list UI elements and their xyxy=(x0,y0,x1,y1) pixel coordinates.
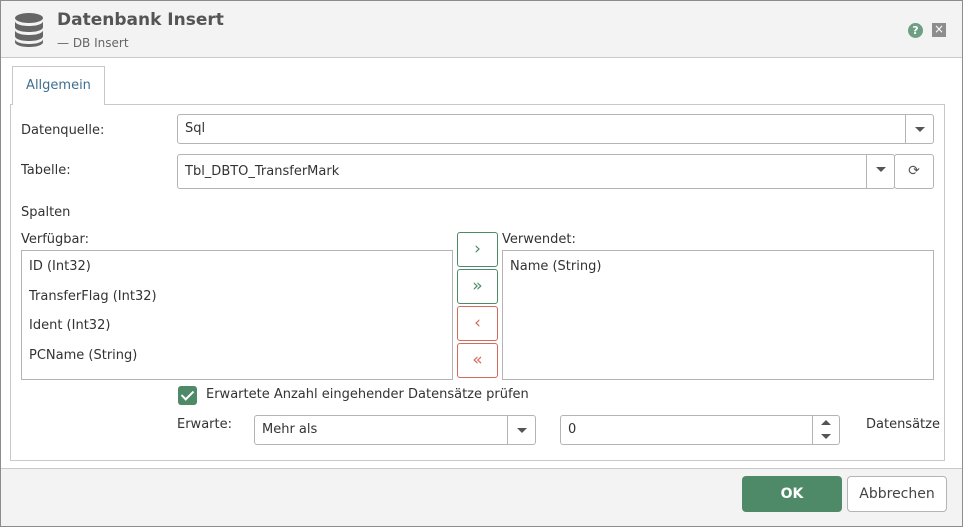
used-label: Verwendet: xyxy=(502,232,576,247)
add-all-columns-button[interactable]: » xyxy=(457,269,498,304)
list-item[interactable]: Name (String) xyxy=(510,259,601,274)
chevron-down-icon[interactable] xyxy=(905,115,933,143)
list-item[interactable]: ID (Int32) xyxy=(29,259,91,274)
dialog-title: Datenbank Insert xyxy=(57,10,224,30)
close-icon[interactable]: × xyxy=(932,23,946,37)
datasource-label: Datenquelle: xyxy=(21,123,105,138)
expect-select[interactable]: Mehr als xyxy=(254,415,536,445)
ok-button[interactable]: OK xyxy=(742,476,842,512)
count-stepper[interactable]: 0 xyxy=(560,415,840,445)
remove-all-columns-button[interactable]: « xyxy=(457,343,498,378)
expect-label: Erwarte: xyxy=(177,417,232,432)
columns-heading: Spalten xyxy=(21,205,71,220)
cancel-button[interactable]: Abbrechen xyxy=(847,476,947,512)
stepper-buttons xyxy=(812,416,839,444)
dialog-subtitle: — DB Insert xyxy=(57,36,129,50)
table-value: Tbl_DBTO_TransferMark xyxy=(185,164,340,179)
remove-column-button[interactable]: ‹ xyxy=(457,306,498,341)
datasource-value: Sql xyxy=(185,121,206,136)
add-column-button[interactable]: › xyxy=(457,232,498,267)
used-columns-list[interactable]: Name (String) xyxy=(502,250,934,380)
check-count-label: Erwartete Anzahl eingehender Datensätze … xyxy=(206,387,529,402)
table-select[interactable]: Tbl_DBTO_TransferMark xyxy=(177,154,895,189)
tab-allgemein[interactable]: Allgemein xyxy=(12,66,105,105)
title-bar: Datenbank Insert — DB Insert ? × xyxy=(1,1,962,58)
chevron-down-icon[interactable] xyxy=(507,416,535,444)
database-icon xyxy=(15,13,43,47)
help-icon[interactable]: ? xyxy=(908,23,923,38)
check-count-checkbox[interactable] xyxy=(178,386,197,405)
list-item[interactable]: PCName (String) xyxy=(29,348,137,363)
table-label: Tabelle: xyxy=(21,163,71,178)
chevron-down-icon[interactable] xyxy=(866,155,894,188)
count-value: 0 xyxy=(568,422,577,437)
db-insert-dialog: Datenbank Insert — DB Insert ? × Allgeme… xyxy=(0,0,963,527)
datasource-select[interactable]: Sql xyxy=(177,114,934,144)
records-label: Datensätze xyxy=(866,417,940,432)
available-label: Verfügbar: xyxy=(21,232,90,247)
list-item[interactable]: TransferFlag (Int32) xyxy=(29,289,157,304)
increment-icon[interactable] xyxy=(813,416,839,430)
available-columns-list[interactable]: ID (Int32) TransferFlag (Int32) Ident (I… xyxy=(21,250,453,380)
list-item[interactable]: Ident (Int32) xyxy=(29,318,110,333)
expect-value: Mehr als xyxy=(262,422,318,437)
refresh-icon[interactable]: ⟳ xyxy=(894,154,934,189)
decrement-icon[interactable] xyxy=(813,430,839,444)
